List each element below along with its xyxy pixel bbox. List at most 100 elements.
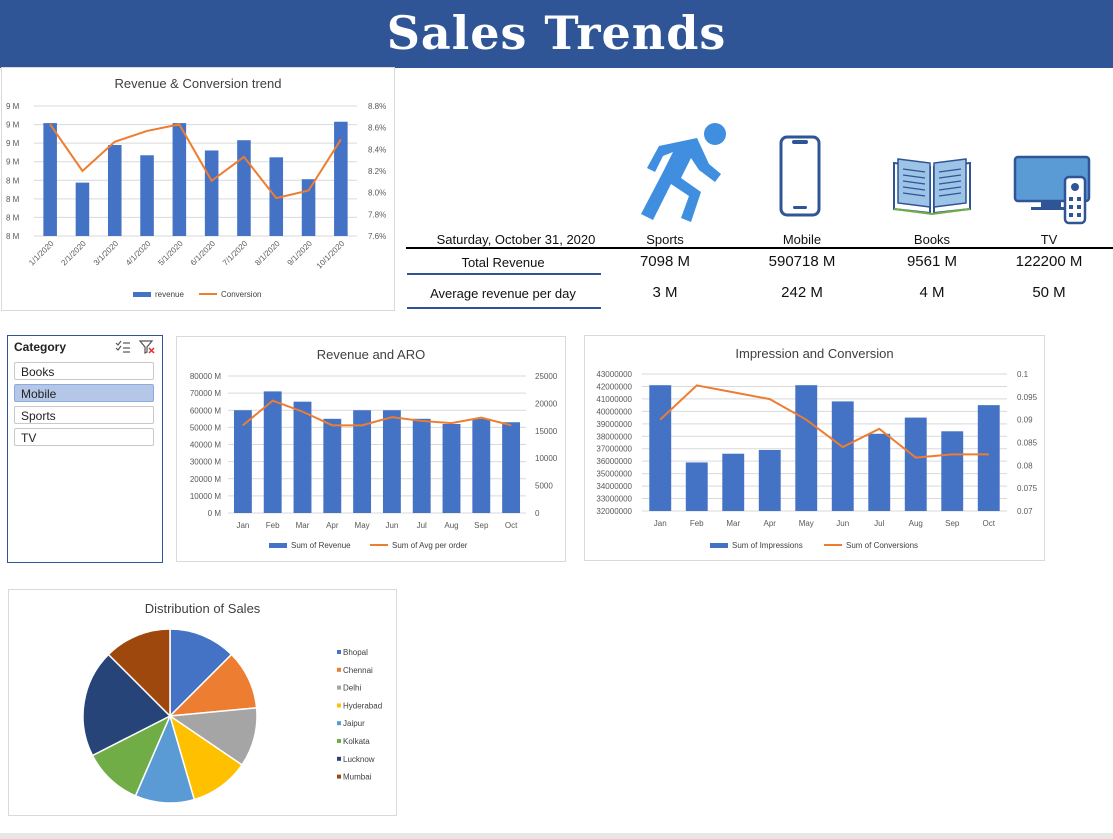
legend-swatch bbox=[337, 685, 341, 690]
total-revenue-mobile: 590718 M bbox=[768, 253, 836, 270]
line-point bbox=[178, 123, 180, 125]
y-right-tick-label: 15000 bbox=[535, 427, 558, 436]
kpi-category-sports: Sports bbox=[646, 232, 684, 247]
y-left-tick-label: 33000000 bbox=[596, 495, 632, 504]
x-tick-label: Apr bbox=[764, 519, 777, 528]
x-tick-label: Jan bbox=[236, 521, 249, 530]
total-revenue-label: Total Revenue bbox=[461, 255, 545, 270]
y-left-tick-label: 70000 M bbox=[190, 389, 221, 398]
bar bbox=[334, 121, 348, 236]
line-point bbox=[81, 170, 83, 172]
y-left-tick-label: 9 M bbox=[6, 121, 20, 130]
bar bbox=[204, 150, 219, 236]
legend-swatch bbox=[337, 739, 341, 743]
line-point bbox=[951, 453, 953, 455]
avg-revenue-label: Average revenue per day bbox=[430, 286, 576, 301]
bar bbox=[941, 431, 964, 511]
x-tick-label: Sep bbox=[474, 521, 489, 530]
clear-filter-icon[interactable] bbox=[139, 340, 155, 354]
kpi-category-tv: TV bbox=[1040, 232, 1058, 247]
series-line bbox=[659, 384, 989, 459]
legend-swatch bbox=[337, 650, 341, 654]
y-left-tick-label: 0 M bbox=[208, 509, 222, 518]
y-left-tick-label: 80000 M bbox=[190, 372, 221, 381]
bar bbox=[868, 433, 891, 511]
bar bbox=[75, 182, 90, 236]
distribution-pie-plot: Bhopal Chennai Delhi Hyderabad Jaipur Kolkata… bbox=[82, 628, 382, 804]
line-point bbox=[915, 457, 917, 459]
y-right-tick-label: 8.8% bbox=[368, 102, 386, 111]
legend-swatch bbox=[337, 721, 341, 726]
slicer-item-mobile[interactable]: Mobile bbox=[14, 384, 154, 402]
bar bbox=[649, 385, 672, 511]
bar bbox=[140, 155, 154, 236]
y-right-tick-label: 8.4% bbox=[368, 145, 386, 154]
line-point bbox=[211, 180, 213, 182]
y-left-tick-label: 37000000 bbox=[596, 445, 632, 454]
bar bbox=[237, 140, 251, 236]
impression-conversion-chart[interactable]: Impression and Conversion 43000000 420000… bbox=[584, 335, 1045, 561]
line-point bbox=[391, 416, 393, 418]
distribution-of-sales-chart[interactable]: Distribution of Sales Bhopal Chennai Delhi… bbox=[8, 589, 397, 816]
y-right-tick-label: 0.1 bbox=[1017, 370, 1029, 379]
revenue-conversion-chart[interactable]: Revenue & Conversion trend 9 M9 M9 M9 M8… bbox=[1, 67, 395, 311]
slicer-item-tv[interactable]: TV bbox=[14, 428, 154, 446]
line-point bbox=[272, 400, 274, 402]
sheet-bottom-strip bbox=[0, 833, 1113, 839]
dashboard-header: Sales Trends bbox=[0, 0, 1113, 68]
line-point bbox=[451, 422, 452, 424]
x-tick-label: May bbox=[799, 519, 814, 528]
legend-swatch bbox=[337, 667, 341, 672]
x-tick-label: 7/1/2020 bbox=[221, 239, 250, 268]
multi-select-icon[interactable] bbox=[115, 340, 131, 354]
y-right-tick-label: 7.6% bbox=[368, 232, 386, 241]
y-left-tick-label: 60000 M bbox=[190, 406, 221, 415]
line-point bbox=[49, 123, 51, 125]
slicer-item-sports[interactable]: Sports bbox=[14, 406, 154, 424]
legend-swatch-bar bbox=[269, 543, 287, 548]
x-tick-label: 6/1/2020 bbox=[189, 239, 218, 268]
line-point bbox=[114, 141, 116, 143]
line-point bbox=[842, 446, 844, 448]
y-left-tick-label: 8 M bbox=[6, 195, 20, 204]
y-right-tick-label: 7.8% bbox=[368, 210, 386, 219]
bar bbox=[904, 417, 927, 511]
avg-revenue-sports: 3 M bbox=[652, 284, 678, 301]
line-point bbox=[302, 411, 303, 413]
x-tick-label: Jul bbox=[417, 521, 427, 530]
y-right-tick-label: 0.07 bbox=[1017, 507, 1033, 516]
bar bbox=[301, 179, 316, 236]
slicer-title: Category bbox=[14, 340, 67, 354]
y-left-tick-label: 20000 M bbox=[190, 475, 221, 484]
y-left-tick-label: 32000000 bbox=[596, 507, 632, 516]
y-left-tick-label: 30000 M bbox=[190, 458, 221, 467]
y-right-tick-label: 0.09 bbox=[1017, 416, 1033, 425]
bar bbox=[442, 423, 461, 513]
y-left-tick-label: 9 M bbox=[6, 158, 20, 167]
open-book-icon bbox=[893, 158, 971, 215]
tv-remote-icon bbox=[1013, 155, 1091, 225]
legend-label: Bhopal bbox=[343, 648, 368, 657]
runner-icon bbox=[641, 123, 726, 222]
kpi-date: Saturday, October 31, 2020 bbox=[436, 232, 596, 247]
legend-swatch-bar bbox=[133, 292, 151, 297]
total-revenue-books: 9561 M bbox=[906, 253, 958, 270]
legend-label: Sum of Conversions bbox=[846, 541, 918, 550]
legend-swatch bbox=[337, 774, 341, 779]
bar bbox=[472, 418, 491, 513]
y-right-tick-label: 5000 bbox=[535, 482, 553, 491]
bar bbox=[977, 405, 1000, 511]
x-tick-label: Oct bbox=[505, 521, 518, 530]
x-tick-label: 9/1/2020 bbox=[286, 239, 315, 268]
line-point bbox=[340, 139, 342, 141]
kpi-panel: Saturday, October 31, 2020 Sports Mobile… bbox=[405, 110, 1113, 315]
y-right-tick-label: 25000 bbox=[535, 372, 558, 381]
revenue-aro-chart[interactable]: Revenue and ARO 80000 M 70000 M 60000 M 500… bbox=[176, 336, 566, 562]
impression-conversion-plot: 43000000 42000000 41000000 40000000 39000000… bbox=[596, 370, 1037, 550]
line-point bbox=[769, 398, 771, 400]
y-left-tick-label: 41000000 bbox=[596, 395, 632, 404]
legend-swatch bbox=[337, 756, 341, 761]
slicer-item-books[interactable]: Books bbox=[14, 362, 154, 380]
label-underline bbox=[407, 273, 601, 275]
y-right-tick-label: 10000 bbox=[535, 454, 558, 463]
